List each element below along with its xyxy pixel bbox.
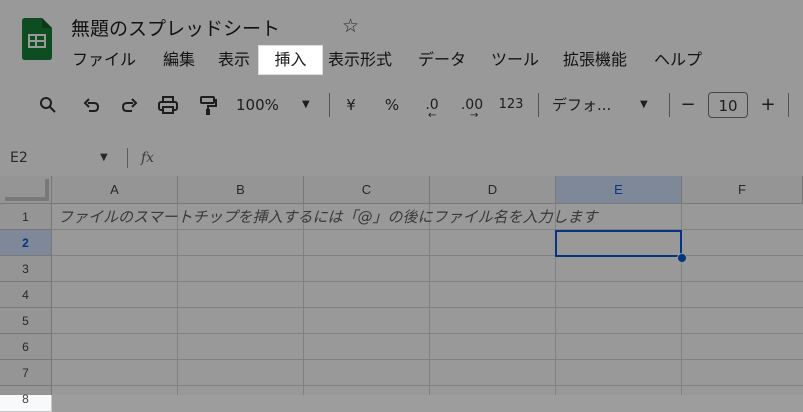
smart-chip-hint: ファイルのスマートチップを挿入するには「@」の後にファイル名を入力します xyxy=(58,208,598,226)
select-all-corner[interactable] xyxy=(0,176,52,204)
arrow-left-icon: ← xyxy=(428,110,437,121)
grid-line xyxy=(52,229,803,230)
column-header-f[interactable]: F xyxy=(682,176,803,204)
undo-icon[interactable] xyxy=(80,92,104,118)
sheets-logo-icon[interactable] xyxy=(22,18,52,60)
redo-icon[interactable] xyxy=(117,92,141,118)
menu-format[interactable]: 表示形式 xyxy=(324,46,396,74)
column-header-b[interactable]: B xyxy=(178,176,304,204)
decrease-decimal-button[interactable]: .0 ← xyxy=(417,92,447,121)
menu-edit[interactable]: 編集 xyxy=(159,46,199,74)
toolbar-divider xyxy=(788,93,789,117)
font-size-input[interactable]: 10 xyxy=(708,92,748,118)
menu-file[interactable]: ファイル xyxy=(68,46,140,74)
more-formats-button[interactable]: 123 xyxy=(496,92,526,118)
font-family-select[interactable]: デフォ... ▼ xyxy=(552,92,652,118)
formula-input[interactable] xyxy=(170,146,790,170)
row-header-8[interactable]: 8 xyxy=(0,386,52,412)
row-header-5[interactable]: 5 xyxy=(0,308,52,334)
fx-icon: fx xyxy=(141,150,155,166)
zoom-select[interactable]: 100% ▼ xyxy=(236,92,318,118)
column-header-e[interactable]: E xyxy=(556,176,682,204)
row-header-6[interactable]: 6 xyxy=(0,334,52,360)
selected-cell[interactable] xyxy=(555,230,682,257)
grid-line xyxy=(52,359,803,360)
name-box[interactable]: E2 ▼ xyxy=(10,146,120,170)
star-icon[interactable]: ☆ xyxy=(342,15,359,37)
print-icon[interactable] xyxy=(156,92,180,118)
grid-line xyxy=(429,204,430,395)
currency-format-button[interactable]: ¥ xyxy=(340,92,362,118)
column-header-a[interactable]: A xyxy=(52,176,178,204)
arrow-right-icon: → xyxy=(470,110,479,121)
menu-insert[interactable]: 挿入 xyxy=(259,46,322,74)
row-header-7[interactable]: 7 xyxy=(0,360,52,386)
chevron-down-icon: ▼ xyxy=(640,99,648,110)
grid-line xyxy=(52,333,803,334)
chevron-down-icon: ▼ xyxy=(100,152,108,163)
name-box-value: E2 xyxy=(10,150,28,166)
increase-decimal-button[interactable]: .00 → xyxy=(456,92,488,121)
grid-line xyxy=(52,307,803,308)
paint-format-icon[interactable] xyxy=(196,92,220,118)
grid-line xyxy=(52,255,803,256)
grid-line xyxy=(52,281,803,282)
toolbar-divider xyxy=(538,93,539,117)
row-header-2[interactable]: 2 xyxy=(0,230,52,256)
column-header-d[interactable]: D xyxy=(430,176,556,204)
decrease-font-size-button[interactable]: − xyxy=(677,92,699,118)
menu-extensions[interactable]: 拡張機能 xyxy=(559,46,631,74)
grid-line xyxy=(303,204,304,395)
menu-data[interactable]: データ xyxy=(414,46,470,74)
grid-line xyxy=(52,385,803,386)
toolbar-divider xyxy=(669,93,670,117)
menu-help[interactable]: ヘルプ xyxy=(650,46,706,74)
menu-view[interactable]: 表示 xyxy=(214,46,254,74)
document-title[interactable]: 無題のスプレッドシート xyxy=(71,14,280,41)
row-header-4[interactable]: 4 xyxy=(0,282,52,308)
font-family-value: デフォ... xyxy=(552,96,612,114)
column-header-c[interactable]: C xyxy=(304,176,430,204)
percent-format-button[interactable]: % xyxy=(381,92,403,118)
row-header-1[interactable]: 1 xyxy=(0,204,52,230)
fill-handle[interactable] xyxy=(677,253,687,263)
row-header-3[interactable]: 3 xyxy=(0,256,52,282)
zoom-value: 100% xyxy=(236,96,279,114)
formula-bar-divider xyxy=(127,148,128,168)
grid-line xyxy=(177,204,178,395)
chevron-down-icon: ▼ xyxy=(302,99,310,110)
search-icon[interactable] xyxy=(36,92,60,118)
increase-font-size-button[interactable]: + xyxy=(757,92,779,118)
menu-tools[interactable]: ツール xyxy=(487,46,543,74)
spreadsheet-page: 無題のスプレッドシート ☆ ファイル 編集 表示 挿入 表示形式 データ ツール… xyxy=(0,0,803,412)
toolbar-divider xyxy=(329,93,330,117)
